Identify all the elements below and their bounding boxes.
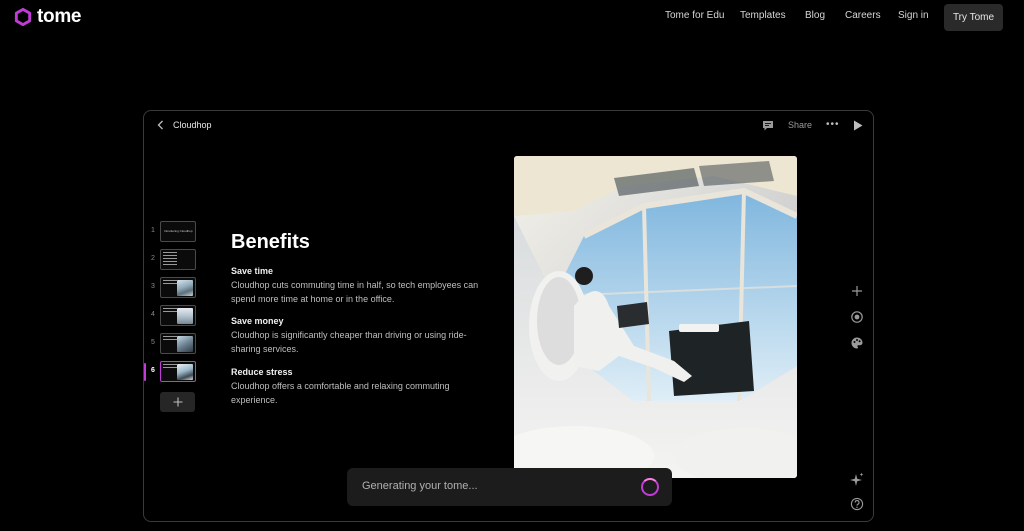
- nav-link-careers[interactable]: Careers: [845, 10, 881, 21]
- thumbnail-number: 2: [151, 255, 155, 262]
- thumbnail-slide-2[interactable]: 2: [144, 249, 204, 271]
- section-heading-save-money[interactable]: Save money: [231, 316, 284, 326]
- thumbnail-slide-1[interactable]: 1 Introducing Cloudhop: [144, 221, 204, 243]
- thumbnail-slide-5[interactable]: 5: [144, 333, 204, 355]
- slide-image[interactable]: [514, 156, 797, 478]
- section-heading-reduce-stress[interactable]: Reduce stress: [231, 367, 293, 377]
- comment-icon[interactable]: [762, 120, 774, 131]
- loading-spinner-icon: [641, 478, 659, 496]
- thumbnail-preview: [160, 333, 196, 354]
- nav-link-tome-for-edu[interactable]: Tome for Edu: [665, 10, 724, 21]
- thumbnail-number: 1: [151, 227, 155, 234]
- generating-status-bar: Generating your tome...: [347, 468, 672, 506]
- thumbnail-text-lines: [163, 336, 177, 342]
- thumbnail-preview: [160, 277, 196, 298]
- sparkle-icon[interactable]: [850, 472, 864, 486]
- thumbnail-slide-3[interactable]: 3: [144, 277, 204, 299]
- thumbnail-preview: [160, 305, 196, 326]
- tome-logo-icon: [14, 8, 32, 26]
- thumbnail-slide-4[interactable]: 4: [144, 305, 204, 327]
- thumbnail-number: 6: [151, 367, 155, 374]
- back-icon[interactable]: [155, 119, 167, 131]
- section-body-save-time[interactable]: Cloudhop cuts commuting time in half, so…: [231, 278, 496, 306]
- editor-window: Cloudhop Share ••• 1 Introducing Cloudho…: [143, 110, 874, 522]
- thumbnail-text-lines: [163, 308, 177, 314]
- section-heading-save-time[interactable]: Save time: [231, 266, 273, 276]
- thumbnail-image: [177, 280, 193, 296]
- record-icon[interactable]: [850, 310, 864, 324]
- thumbnail-preview: [160, 249, 196, 270]
- thumbnail-number: 4: [151, 311, 155, 318]
- thumbnail-title: Introducing Cloudhop: [164, 229, 193, 233]
- section-body-reduce-stress[interactable]: Cloudhop offers a comfortable and relaxi…: [231, 379, 496, 407]
- thumbnail-slide-6[interactable]: 6: [144, 361, 204, 383]
- add-slide-button[interactable]: [160, 392, 195, 412]
- thumbnail-image: [177, 364, 193, 380]
- more-icon[interactable]: •••: [826, 120, 840, 130]
- nav-link-templates[interactable]: Templates: [740, 10, 786, 21]
- thumbnail-number: 3: [151, 283, 155, 290]
- thumbnail-image: [177, 336, 193, 352]
- thumbnail-image: [177, 308, 193, 324]
- section-body-save-money[interactable]: Cloudhop is significantly cheaper than d…: [231, 328, 496, 356]
- help-icon[interactable]: [850, 497, 864, 511]
- nav-link-blog[interactable]: Blog: [805, 10, 825, 21]
- top-nav: tome Tome for Edu Templates Blog Careers…: [0, 0, 1024, 34]
- thumbnail-text-lines: [163, 252, 177, 267]
- thumbnail-preview: Introducing Cloudhop: [160, 221, 196, 242]
- add-icon[interactable]: [850, 284, 864, 298]
- play-icon[interactable]: [853, 120, 863, 131]
- share-button[interactable]: Share: [788, 120, 812, 130]
- slide-title[interactable]: Benefits: [231, 231, 310, 254]
- thumbnail-preview: [160, 361, 196, 382]
- plus-icon: [173, 397, 182, 407]
- thumbnail-number: 5: [151, 339, 155, 346]
- palette-icon[interactable]: [850, 336, 864, 350]
- active-indicator: [144, 363, 146, 381]
- try-tome-button[interactable]: Try Tome: [944, 4, 1003, 31]
- nav-link-sign-in[interactable]: Sign in: [898, 10, 929, 21]
- logo-text: tome: [37, 6, 82, 27]
- thumbnail-text-lines: [163, 280, 177, 286]
- thumbnail-text-lines: [163, 364, 177, 370]
- logo[interactable]: tome: [14, 6, 82, 28]
- generating-status-text: Generating your tome...: [362, 480, 478, 492]
- document-title[interactable]: Cloudhop: [173, 120, 212, 130]
